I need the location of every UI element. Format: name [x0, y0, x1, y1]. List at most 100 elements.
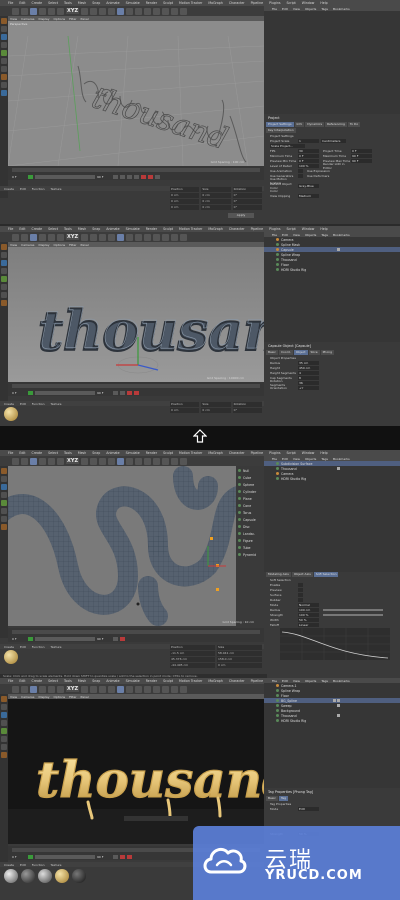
timeline-range-bar[interactable]	[35, 854, 95, 859]
enable-axis-icon[interactable]	[1, 524, 7, 530]
menu-create[interactable]: Create	[32, 227, 43, 231]
viewport-3[interactable]	[8, 466, 236, 626]
mat-menu-function[interactable]: Function	[32, 645, 45, 649]
om-menu-file[interactable]: File	[272, 233, 277, 237]
mat-menu-function[interactable]: Function	[32, 402, 45, 406]
om-menu-objects[interactable]: Objects	[305, 233, 316, 237]
texture-mode-icon[interactable]	[1, 260, 7, 266]
soft-width-field[interactable]: 50 %	[298, 617, 319, 622]
menu-animate[interactable]: Animate	[106, 1, 119, 5]
menu-pipeline[interactable]: Pipeline	[251, 227, 263, 231]
tab-basic[interactable]: Basic	[266, 796, 278, 801]
floor-icon[interactable]	[162, 7, 170, 15]
preview-max-field[interactable]: 90 F	[351, 158, 372, 163]
record-icon[interactable]	[120, 636, 125, 641]
om-menu-edit[interactable]: Edit	[282, 679, 288, 683]
mat-menu-edit[interactable]: Edit	[20, 402, 26, 406]
menu-motion-tracker[interactable]: Motion Tracker	[179, 451, 202, 455]
xyz-axis-lock-icon[interactable]: XYZ	[66, 686, 80, 692]
menu-tools[interactable]: Tools	[64, 679, 72, 683]
material-thumbnail[interactable]	[38, 869, 52, 883]
om-menu-view[interactable]: View	[293, 233, 300, 237]
menu-select[interactable]: Select	[48, 451, 58, 455]
polygons-mode-icon[interactable]	[1, 66, 7, 72]
om-menu-objects[interactable]: Objects	[305, 457, 316, 461]
light-icon[interactable]	[180, 457, 188, 465]
preview-min-field[interactable]: 0 F	[298, 158, 319, 163]
subdivision-icon[interactable]	[135, 457, 143, 465]
bend-icon[interactable]	[153, 457, 161, 465]
cube-icon[interactable]	[117, 685, 125, 693]
undo-icon[interactable]	[12, 7, 19, 15]
soft-mode-dropdown[interactable]: Normal	[298, 602, 319, 607]
current-frame-field[interactable]: 0 F	[12, 855, 26, 859]
move-icon[interactable]	[39, 457, 46, 465]
play-icon[interactable]	[113, 636, 118, 641]
menu-mograph[interactable]: MoGraph	[208, 451, 222, 455]
make-editable-icon[interactable]	[1, 696, 7, 702]
primitive-pyramid[interactable]: Pyramid	[238, 552, 256, 557]
timeline-range-start[interactable]	[28, 390, 33, 395]
undo-icon[interactable]	[12, 457, 19, 465]
menu-file[interactable]: File	[8, 679, 13, 683]
om-menu-edit[interactable]: Edit	[282, 7, 288, 11]
menu-render[interactable]: Render	[146, 1, 157, 5]
menu-render[interactable]: Render	[146, 451, 157, 455]
record-icon[interactable]	[141, 174, 146, 179]
rotate-icon[interactable]	[57, 457, 64, 465]
om-menu-edit[interactable]: Edit	[282, 233, 288, 237]
menu-create[interactable]: Create	[32, 1, 43, 5]
tab-dynamics[interactable]: Dynamics	[305, 122, 325, 127]
render-picture-viewer-icon[interactable]	[99, 233, 107, 241]
light-icon[interactable]	[180, 685, 188, 693]
workplane-icon[interactable]	[1, 492, 7, 498]
soft-surface-checkbox[interactable]	[298, 592, 303, 597]
coordinate-system-icon[interactable]	[81, 685, 89, 693]
texture-mode-icon[interactable]	[1, 34, 7, 40]
view-clipping-dropdown[interactable]: Medium	[298, 193, 319, 198]
workplane-icon[interactable]	[1, 268, 7, 274]
object-row-hdri[interactable]: HDRI Studio Rig	[264, 718, 400, 723]
menu-animate[interactable]: Animate	[106, 451, 119, 455]
object-row-hdri[interactable]: HDRI Studio Rig	[264, 476, 400, 481]
menu-motion-tracker[interactable]: Motion Tracker	[179, 679, 202, 683]
timeline-range-start[interactable]	[28, 636, 33, 641]
size-x-field[interactable]: 0 cm	[201, 408, 231, 413]
render-view-icon[interactable]	[90, 685, 98, 693]
om-menu-edit[interactable]: Edit	[282, 457, 288, 461]
points-mode-icon[interactable]	[1, 500, 7, 506]
menu-help[interactable]: Help	[320, 451, 327, 455]
camera-icon[interactable]	[171, 685, 179, 693]
move-icon[interactable]	[39, 233, 46, 241]
om-menu-view[interactable]: View	[293, 457, 300, 461]
edges-mode-icon[interactable]	[1, 284, 7, 290]
goto-start-icon[interactable]	[113, 174, 118, 179]
play-icon[interactable]	[113, 854, 118, 859]
primitive-null[interactable]: Null	[238, 468, 249, 473]
render-settings-icon[interactable]	[108, 457, 116, 465]
menu-sculpt[interactable]: Sculpt	[163, 451, 173, 455]
menu-character[interactable]: Character	[229, 1, 245, 5]
viewport-4[interactable]: View Cameras Display Options Filter Pane…	[8, 694, 264, 844]
om-menu-objects[interactable]: Objects	[305, 7, 316, 11]
redo-icon[interactable]	[21, 7, 28, 15]
falloff-curve-graph[interactable]	[280, 628, 390, 660]
soft-radius-slider[interactable]	[323, 608, 383, 611]
material-thumbnail[interactable]	[72, 869, 86, 883]
tweak-icon[interactable]	[1, 82, 7, 88]
fps-field[interactable]: 30	[298, 148, 319, 153]
tab-project-settings[interactable]: Project Settings	[266, 122, 294, 127]
project-scale-unit[interactable]: Centimeters	[321, 138, 346, 143]
menu-window[interactable]: Window	[302, 1, 315, 5]
material-thumbnail[interactable]	[4, 650, 18, 664]
cap-segments-field[interactable]: 8	[298, 375, 319, 380]
lod-field[interactable]: 100 %	[298, 163, 319, 168]
make-editable-icon[interactable]	[1, 244, 7, 250]
primitive-figure[interactable]: Figure	[238, 538, 253, 543]
menu-edit[interactable]: Edit	[19, 227, 25, 231]
move-icon[interactable]	[39, 685, 46, 693]
redo-icon[interactable]	[21, 233, 28, 241]
primitive-plane[interactable]: Plane	[238, 496, 252, 501]
array-icon[interactable]	[144, 7, 152, 15]
om-menu-file[interactable]: File	[272, 679, 277, 683]
